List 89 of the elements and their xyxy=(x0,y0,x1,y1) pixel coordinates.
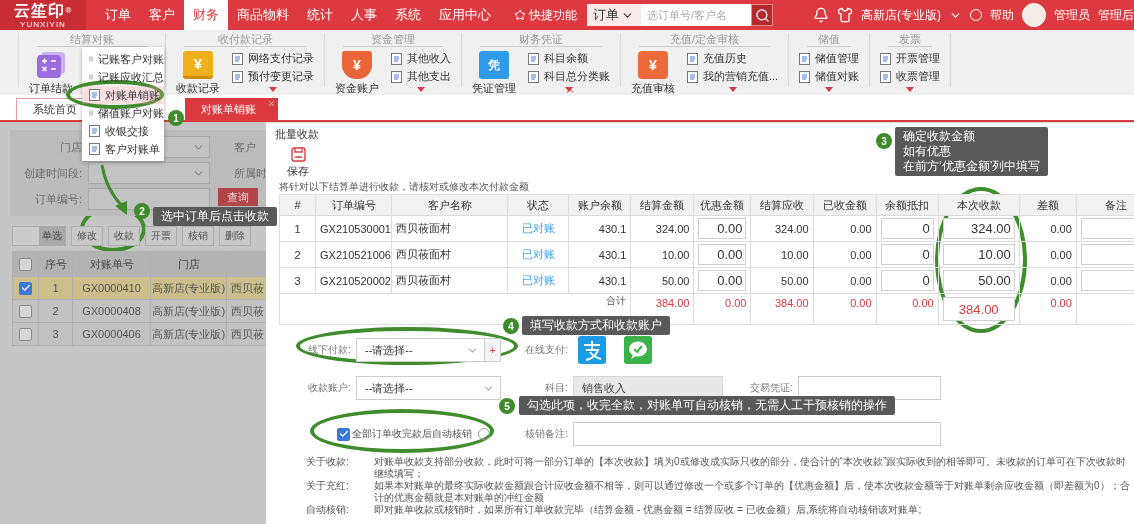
filter-label: 所属时 xyxy=(233,165,268,181)
group-title: 资金管理 xyxy=(343,33,443,47)
table-cell: 50.00 xyxy=(751,267,814,294)
table-cell: 0.00 xyxy=(813,215,877,242)
column-header: 账户余额 xyxy=(568,194,631,216)
group-title: 发票 xyxy=(888,33,933,47)
table-cell: GX210521006 xyxy=(315,241,392,268)
column-header: 差额 xyxy=(1019,194,1077,216)
group-title: 充值/定金审核 xyxy=(639,33,771,47)
note-label: 关于充红: xyxy=(306,480,350,493)
stamp-icon: ¥ xyxy=(638,51,668,79)
shield-icon: ¥ xyxy=(342,51,372,79)
table-cell: 50.00 xyxy=(630,267,694,294)
group-title: 储值 xyxy=(807,33,852,47)
note-text: 即对账单收款或核销时，如果所有订单收款完毕（结算金额 - 优惠金额 = 结算应收 = 已收金额）后,系统将自动核销该对账单; xyxy=(374,504,923,516)
field-label: 收款账户: xyxy=(307,381,352,395)
table-cell: 0.00 xyxy=(813,241,877,268)
column-header: 订单编号 xyxy=(315,194,392,216)
column-header: 状态 xyxy=(507,194,569,216)
column-header: 本次收款 xyxy=(938,194,1020,216)
table-cell: 2 xyxy=(38,299,73,323)
table-cell: 3 xyxy=(38,322,73,346)
group-title: 财务凭证 xyxy=(480,33,602,47)
table-cell: 0.00 xyxy=(1019,215,1077,242)
table-cell: 0.00 xyxy=(813,293,877,325)
table-cell: 0.00 xyxy=(1019,241,1077,268)
filter-label: 创建时间段: xyxy=(22,165,83,181)
annotation-tooltip: 勾选此项，收完全款，对账单可自动核销，无需人工干预核销的操作 xyxy=(519,396,895,415)
column-header: 已收金额 xyxy=(813,194,877,216)
column-header: 结算应收 xyxy=(751,194,814,216)
table-cell: 高新店(专业版) xyxy=(150,299,227,323)
note-text: 如果本对账单的最终实际收款金额跟合计应收金额不相等，则可以通过修改一个或多个订单的【优惠金额】后，使本次收款金额等于对账单剩余应收金额（即差额为0）；合计的优惠金额就是本对账单的冲红金额 xyxy=(374,480,1131,504)
field-label: 在线支付: xyxy=(524,343,569,357)
table-cell: 324.00 xyxy=(630,215,694,242)
table-cell: 西贝莜面村 xyxy=(391,241,508,268)
filter-label: 客户 xyxy=(233,139,257,155)
total-label: 合计 xyxy=(606,295,627,306)
note-text: 对账单收款支持部分收款，此时可将一部分订单的【本次收款】填为0或修改成实际只收的部分，使合计的“本次收款”跟实际收到的相等即可。未收款的订单可在下次收款时继续填写； xyxy=(374,456,1128,480)
table-cell: 2 xyxy=(279,241,316,268)
annotation-tooltip: 填写收款方式和收款账户 xyxy=(522,316,670,335)
field-label: 科目: xyxy=(544,381,569,395)
voucher-icon: 凭 xyxy=(479,51,509,79)
step-badge: 1 xyxy=(168,110,184,126)
logo: 云笙印® YUNXIYIN xyxy=(0,0,86,30)
table-cell: 西贝莜面村 xyxy=(391,215,508,242)
column-header: 余额抵扣 xyxy=(876,194,939,216)
table-cell: GX0000410 xyxy=(72,276,151,300)
table-cell: 0.00 xyxy=(1019,293,1077,325)
step-badge: 2 xyxy=(134,203,150,219)
instruction-text: 将针对以下结算单进行收款，请核对或修改本次付款金额 xyxy=(279,181,529,193)
column-header: 结算金额 xyxy=(630,194,694,216)
table-cell: 430.1 xyxy=(568,267,631,294)
group-title: 收付款记录 xyxy=(184,33,306,47)
table-cell: 1 xyxy=(279,215,316,242)
table-cell: 高新店(专业版) xyxy=(150,276,227,300)
dialog-title: 批量收款 xyxy=(275,128,319,141)
column-header: 备注 xyxy=(1076,194,1134,216)
column-header: # xyxy=(279,194,316,216)
note-label: 关于收款: xyxy=(306,456,350,469)
column-header: 优惠金额 xyxy=(693,194,751,216)
field-label: 交易凭证: xyxy=(749,381,794,395)
table-cell: 10.00 xyxy=(630,241,694,268)
table-cell: 430.1 xyxy=(568,215,631,242)
note-label: 自动核销: xyxy=(306,504,350,516)
table-cell: GX210520002 xyxy=(315,267,392,294)
field-label: 核销备注: xyxy=(524,427,569,441)
table-cell: 0.00 xyxy=(693,293,751,325)
table-cell: GX0000408 xyxy=(72,299,151,323)
table-cell: 430.1 xyxy=(568,241,631,268)
table-cell: GX210530001 xyxy=(315,215,392,242)
table-cell: 0.00 xyxy=(1019,267,1077,294)
table-cell: 高新店(专业版) xyxy=(150,322,227,346)
table-cell: 3 xyxy=(279,267,316,294)
table-cell: 0.00 xyxy=(876,293,939,325)
annotation-tooltip: 选中订单后点击收款 xyxy=(153,207,277,226)
filter-label: 门店 xyxy=(59,139,83,155)
ticket-icon: ¥ xyxy=(183,51,213,79)
table-cell: 1 xyxy=(38,276,73,300)
filter-label: 订单编号: xyxy=(33,191,83,207)
annotation-tooltip: 确定收款金额 如有优惠 在前方‘优惠金额’列中填写 xyxy=(895,127,1049,176)
table-cell: 10.00 xyxy=(751,241,814,268)
column-header: 客户名称 xyxy=(391,194,508,216)
checkbox-label: 全部订单收完款后自动核销 xyxy=(352,427,472,441)
table-cell: GX0000406 xyxy=(72,322,151,346)
table-cell: 324.00 xyxy=(751,215,814,242)
table-cell: 西贝莜面村 xyxy=(391,267,508,294)
table-cell: 384.00 xyxy=(751,293,814,325)
table-cell: 0.00 xyxy=(813,267,877,294)
field-label: 线下付款: xyxy=(307,343,352,357)
